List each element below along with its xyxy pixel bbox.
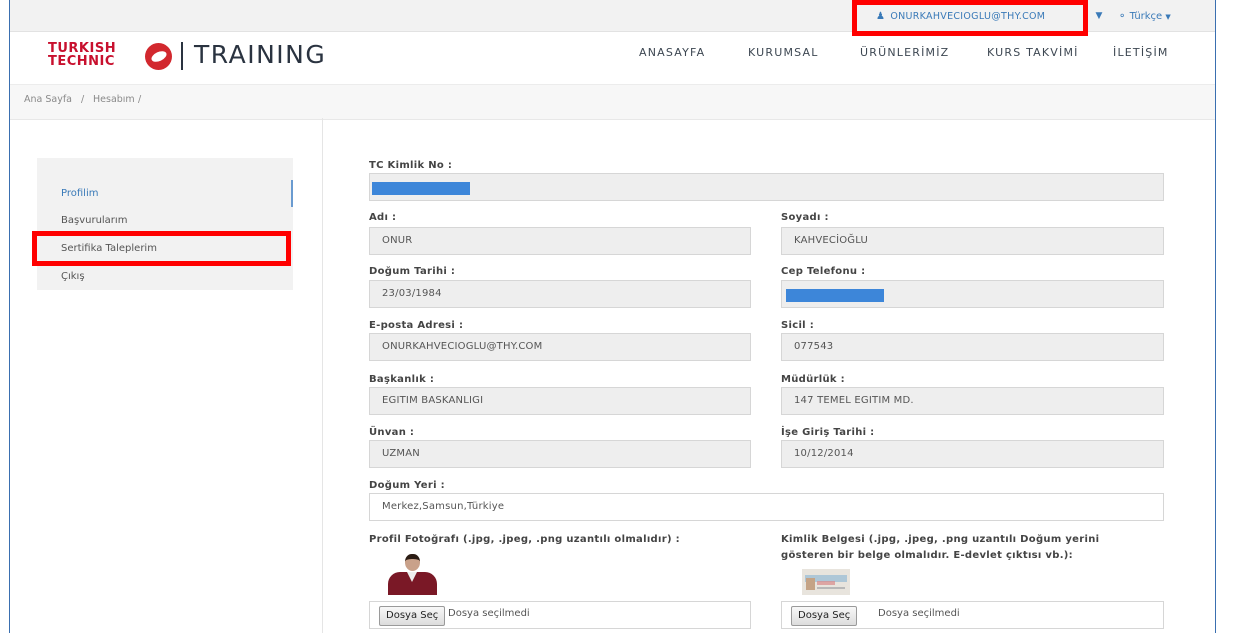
sicil-label: Sicil :	[781, 320, 814, 331]
redacted-phone-value	[786, 289, 884, 302]
profile-photo-choose-file-button[interactable]: Dosya Seç	[379, 606, 446, 626]
nav-item-kurs-takvimi[interactable]: KURS TAKVİMİ	[987, 46, 1079, 60]
email-label: E-posta Adresi :	[369, 320, 464, 331]
name-label: Adı :	[369, 212, 397, 223]
sidebar-divider	[322, 118, 323, 633]
start-date-field[interactable]: 10/12/2014	[781, 440, 1164, 468]
presidency-label: Başkanlık :	[369, 374, 435, 385]
breadcrumb-account[interactable]: Hesabım	[93, 94, 135, 105]
user-menu-dropdown-button[interactable]: ▼	[1086, 7, 1111, 26]
sidebar-item-profilim[interactable]: Profilim	[61, 188, 98, 199]
birthplace-field[interactable]: Merkez,Samsun,Türkiye	[369, 493, 1164, 521]
breadcrumb-separator: /	[81, 94, 85, 105]
id-document-thumbnail	[802, 569, 850, 595]
language-selector[interactable]: ⚬ Türkçe ▼	[1118, 7, 1171, 26]
profile-photo-label: Profil Fotoğrafı (.jpg, .jpeg, .png uzan…	[369, 534, 680, 545]
birthplace-label: Doğum Yeri :	[369, 480, 445, 491]
profile-photo-file-input: Dosya Seç Dosya seçilmedi	[369, 601, 751, 629]
sidebar-active-indicator	[291, 180, 293, 207]
sidebar-menu: Profilim Başvurularım Sertifika Talepler…	[37, 158, 293, 290]
email-field[interactable]: ONURKAHVECIOGLU@THY.COM	[369, 333, 751, 361]
profile-photo-thumbnail	[384, 553, 440, 595]
id-document-label-line-2: gösteren bir belge olmalıdır. E-devlet ç…	[781, 550, 1073, 561]
logo-separator	[181, 42, 183, 70]
id-document-file-input: Dosya Seç Dosya seçilmedi	[781, 601, 1164, 629]
language-label: Türkçe	[1129, 11, 1163, 22]
nav-item-urunlerimiz[interactable]: ÜRÜNLERİMİZ	[860, 46, 949, 60]
name-field[interactable]: ONUR	[369, 227, 751, 255]
birthdate-label: Doğum Tarihi :	[369, 266, 456, 277]
breadcrumb-home[interactable]: Ana Sayfa	[24, 94, 72, 105]
nav-item-iletisim[interactable]: İLETİŞİM	[1113, 46, 1169, 60]
page-frame: ♟ ONURKAHVECIOGLU@THY.COM ▼ ⚬ Türkçe ▼ T…	[9, 0, 1216, 633]
profile-photo-file-status: Dosya seçilmedi	[448, 608, 530, 619]
phone-field[interactable]	[781, 280, 1164, 308]
title-field[interactable]: UZMAN	[369, 440, 751, 468]
presidency-field[interactable]: EGITIM BASKANLIGI	[369, 387, 751, 415]
turkish-technic-wordmark: TURKISH TECHNIC	[48, 42, 116, 68]
title-label: Ünvan :	[369, 427, 415, 438]
nav-item-anasayfa[interactable]: ANASAYFA	[639, 46, 705, 60]
birthdate-field[interactable]: 23/03/1984	[369, 280, 751, 308]
start-date-label: İşe Giriş Tarihi :	[781, 427, 875, 438]
phone-label: Cep Telefonu :	[781, 266, 866, 277]
id-document-file-status: Dosya seçilmedi	[878, 608, 960, 619]
sicil-field[interactable]: 077543	[781, 333, 1164, 361]
training-wordmark: TRAINING	[194, 40, 327, 69]
highlight-box-sertifika-taleplerim	[32, 231, 291, 266]
surname-field[interactable]: KAHVECİOĞLU	[781, 227, 1164, 255]
id-document-label-line-1: Kimlik Belgesi (.jpg, .jpeg, .png uzantı…	[781, 534, 1100, 545]
logo-line-2: TECHNIC	[48, 54, 115, 69]
highlight-box-user-account	[852, 0, 1088, 36]
redacted-tc-value	[372, 182, 470, 195]
breadcrumb-separator: /	[138, 94, 142, 105]
turkish-airlines-emblem-icon	[145, 43, 172, 70]
chevron-down-icon: ▼	[1165, 13, 1171, 21]
breadcrumb: Ana Sayfa / Hesabım /	[10, 84, 1215, 120]
directorate-field[interactable]: 147 TEMEL EGITIM MD.	[781, 387, 1164, 415]
sidebar-item-cikis[interactable]: Çıkış	[61, 271, 85, 282]
id-document-choose-file-button[interactable]: Dosya Seç	[791, 606, 858, 626]
chevron-down-icon: ▼	[1095, 11, 1103, 21]
sidebar-item-basvurularim[interactable]: Başvurularım	[61, 215, 127, 226]
directorate-label: Müdürlük :	[781, 374, 845, 385]
nav-item-kurumsal[interactable]: KURUMSAL	[748, 46, 819, 60]
surname-label: Soyadı :	[781, 212, 829, 223]
globe-icon: ⚬	[1118, 11, 1127, 22]
tc-label: TC Kimlik No :	[369, 160, 453, 171]
tc-field[interactable]	[369, 173, 1164, 201]
